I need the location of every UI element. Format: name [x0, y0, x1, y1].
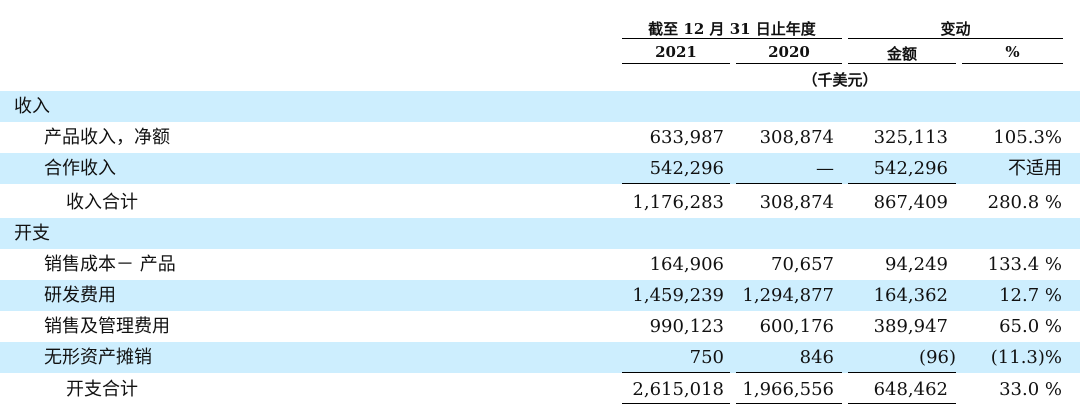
- cell-amount: (96): [919, 347, 956, 368]
- cell-2021: 990,123: [649, 316, 724, 337]
- table-row: 研发费用 1,459,239 1,294,877 164,362 12.7 %: [0, 280, 1080, 311]
- col-rule-2020: [736, 63, 842, 64]
- table-row: 无形资产摊销 750 846 (96) (11.3)%: [0, 342, 1080, 373]
- row-label: 产品收入，净额: [44, 127, 170, 148]
- row-label: 开支合计: [66, 379, 138, 400]
- subtotal-rule-2020: [736, 183, 842, 184]
- cell-2021: 750: [689, 347, 724, 368]
- period-header-rule: [622, 38, 842, 39]
- table-row: 合作收入 542,296 — 542,296 不适用: [0, 153, 1080, 184]
- cell-2020: 1,966,556: [742, 379, 834, 400]
- cell-2021: 633,987: [649, 127, 724, 148]
- total-rule-amount: [848, 372, 956, 373]
- cell-2020: 600,176: [759, 316, 834, 337]
- table-row-expense-heading: 开支: [0, 218, 1080, 249]
- subtotal-rule-amount: [848, 183, 956, 184]
- cell-amount: 325,113: [873, 127, 948, 148]
- total-rule-2021: [622, 372, 730, 373]
- cell-amount: 389,947: [873, 316, 948, 337]
- col-header-pct: %: [1005, 43, 1020, 61]
- table-row-revenue-heading: 收入: [0, 91, 1080, 122]
- row-label: 无形资产摊销: [44, 347, 152, 368]
- cell-2020: 308,874: [759, 127, 834, 148]
- bottom-rule-2020: [736, 403, 842, 404]
- col-header-2020: 2020: [768, 43, 810, 61]
- unit-label: （千美元）: [802, 71, 878, 89]
- row-label: 销售成本－ 产品: [44, 254, 176, 275]
- cell-2020: 1,294,877: [742, 285, 834, 306]
- cell-pct: 33.0 %: [999, 379, 1062, 400]
- row-label: 开支: [14, 223, 50, 244]
- bottom-rule-2021: [622, 403, 730, 404]
- row-label: 研发费用: [44, 285, 116, 306]
- total-rule-2020: [736, 372, 842, 373]
- cell-2021: 164,906: [649, 254, 724, 275]
- cell-amount: 542,296: [873, 158, 948, 179]
- table-row: 产品收入，净额 633,987 308,874 325,113 105.3%: [0, 122, 1080, 153]
- cell-2020: 308,874: [759, 192, 834, 213]
- row-label: 收入: [14, 96, 50, 117]
- cell-pct: 不适用: [1008, 158, 1062, 179]
- table-row: 销售成本－ 产品 164,906 70,657 94,249 133.4 %: [0, 249, 1080, 280]
- cell-2020: 846: [799, 347, 834, 368]
- cell-amount: 648,462: [873, 379, 948, 400]
- cell-pct: 133.4 %: [987, 254, 1062, 275]
- col-rule-amount: [848, 63, 956, 64]
- cell-amount: 164,362: [873, 285, 948, 306]
- change-header-rule: [848, 38, 1063, 39]
- cell-2021: 1,459,239: [632, 285, 724, 306]
- change-header: 变动: [940, 20, 971, 38]
- cell-2020: —: [816, 158, 834, 179]
- cell-pct: 65.0 %: [999, 316, 1062, 337]
- col-header-amount: 金额: [886, 45, 917, 63]
- cell-amount: 94,249: [885, 254, 948, 275]
- cell-pct: 105.3%: [993, 127, 1062, 148]
- cell-pct: (11.3)%: [990, 347, 1062, 368]
- table-row-subtotal: 收入合计 1,176,283 308,874 867,409 280.8 %: [0, 187, 1080, 218]
- cell-2021: 542,296: [649, 158, 724, 179]
- period-header: 截至 12 月 31 日止年度: [648, 20, 816, 38]
- col-header-2021: 2021: [655, 43, 697, 61]
- cell-pct: 280.8 %: [987, 192, 1062, 213]
- cell-2021: 1,176,283: [632, 192, 724, 213]
- bottom-rule-amount: [848, 403, 956, 404]
- cell-2021: 2,615,018: [632, 379, 724, 400]
- col-rule-pct: [962, 63, 1063, 64]
- subtotal-rule-2021: [622, 183, 730, 184]
- cell-pct: 12.7 %: [999, 285, 1062, 306]
- col-rule-2021: [622, 63, 730, 64]
- table-row: 销售及管理费用 990,123 600,176 389,947 65.0 %: [0, 311, 1080, 342]
- cell-2020: 70,657: [771, 254, 834, 275]
- row-label: 收入合计: [66, 192, 138, 213]
- row-label: 合作收入: [44, 158, 116, 179]
- cell-amount: 867,409: [873, 192, 948, 213]
- table-row-total: 开支合计 2,615,018 1,966,556 648,462 33.0 %: [0, 374, 1080, 405]
- row-label: 销售及管理费用: [44, 316, 170, 337]
